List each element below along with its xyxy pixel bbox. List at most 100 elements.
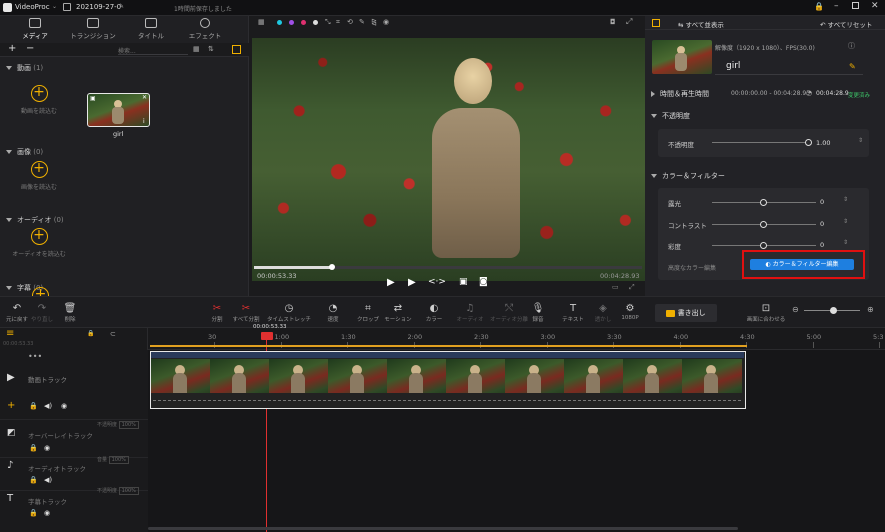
- brush-icon[interactable]: ✎: [359, 18, 365, 26]
- record-button[interactable]: 🎙 録音: [521, 302, 555, 323]
- transform-icon[interactable]: ⤡: [325, 18, 331, 27]
- eye-icon[interactable]: ◉: [44, 444, 50, 452]
- saturation-value[interactable]: 0: [820, 241, 824, 249]
- opacity-slider[interactable]: [712, 139, 812, 146]
- snap-icon[interactable]: ⊂: [110, 330, 116, 338]
- saturation-knob[interactable]: [760, 242, 767, 249]
- sort-icon[interactable]: ⇅: [208, 45, 214, 53]
- lock-icon[interactable]: 🔒: [29, 444, 38, 452]
- zoom-slider[interactable]: [804, 307, 860, 314]
- color-dot-white-icon[interactable]: [313, 20, 318, 25]
- stepper-icon[interactable]: ⇕: [858, 137, 863, 144]
- rotate-icon[interactable]: ⟲: [347, 18, 353, 26]
- eye-icon[interactable]: ◉: [44, 509, 50, 517]
- color-dot-pink-icon[interactable]: [301, 20, 306, 25]
- stepper-icon[interactable]: ⇕: [843, 218, 848, 225]
- contrast-value[interactable]: 0: [820, 220, 824, 228]
- volume-icon[interactable]: ◀): [44, 402, 52, 410]
- close-icon[interactable]: ✕: [871, 1, 879, 11]
- section-opacity[interactable]: 不透明度: [651, 109, 879, 123]
- play-icon[interactable]: ▶: [387, 277, 395, 288]
- timeline-scrollbar[interactable]: [148, 527, 738, 530]
- zoom-out-icon[interactable]: ⊖: [792, 305, 799, 314]
- opacity-knob[interactable]: [805, 139, 812, 146]
- search-input[interactable]: 検索...: [118, 46, 188, 55]
- collapse-panel-icon[interactable]: [232, 45, 241, 54]
- tab-effect[interactable]: エフェクト: [176, 18, 234, 42]
- project-name[interactable]: 202109-27-0: [76, 3, 121, 11]
- tab-media[interactable]: メディア: [6, 18, 64, 45]
- panel-toggle-icon[interactable]: [652, 19, 660, 27]
- video-clip[interactable]: [150, 351, 746, 409]
- work-area-bar[interactable]: [150, 345, 747, 347]
- fullscreen-icon[interactable]: ⤢: [626, 17, 632, 27]
- zoom-knob[interactable]: [830, 307, 837, 314]
- maximize-icon[interactable]: [852, 2, 859, 9]
- edit-icon[interactable]: ✎: [119, 3, 124, 10]
- exposure-knob[interactable]: [760, 199, 767, 206]
- preview-progress-bar[interactable]: [254, 264, 642, 270]
- preview-scrubber[interactable]: [328, 264, 335, 270]
- exposure-value[interactable]: 0: [820, 198, 824, 206]
- info-icon[interactable]: ⓘ: [848, 41, 855, 51]
- add-media-button[interactable]: +: [8, 43, 16, 54]
- text-button[interactable]: T テキスト: [556, 302, 590, 323]
- delete-button[interactable]: 🗑 削除: [53, 302, 87, 323]
- more-icon[interactable]: •••: [28, 352, 42, 361]
- remove-media-button[interactable]: −: [26, 43, 34, 54]
- app-menu[interactable]: VideoProc: [15, 3, 50, 11]
- lock-icon[interactable]: 🔒: [814, 2, 824, 11]
- crop-button[interactable]: ⌗ クロップ: [351, 302, 385, 323]
- clip-thumbnail[interactable]: ▣ ✕ i: [87, 93, 150, 127]
- saturation-slider[interactable]: [712, 242, 816, 249]
- volume-icon[interactable]: ◙: [479, 277, 488, 287]
- rename-icon[interactable]: ✎: [849, 62, 856, 71]
- lock-icon[interactable]: 🔒: [29, 509, 38, 517]
- mark-in-out-icon[interactable]: <·>: [428, 277, 446, 287]
- split-all-button[interactable]: ✂ すべて分割: [229, 302, 263, 323]
- resolution-button[interactable]: ⚙ 1080P: [613, 302, 647, 321]
- contrast-knob[interactable]: [760, 221, 767, 228]
- lock-all-icon[interactable]: 🔒: [87, 330, 94, 337]
- snapshot-icon[interactable]: ◘: [610, 18, 616, 26]
- exposure-slider[interactable]: [712, 199, 816, 206]
- aspect-ratio-icon[interactable]: ▭: [612, 283, 619, 291]
- lock-icon[interactable]: 🔒: [29, 402, 38, 410]
- snapshot-frame-icon[interactable]: ▣: [459, 277, 468, 287]
- stepper-icon[interactable]: ⇕: [843, 196, 848, 203]
- import-subtitle-button[interactable]: +: [32, 287, 49, 296]
- color-button[interactable]: ◐ カラー: [417, 302, 451, 323]
- crop-tool-icon[interactable]: ⌗: [336, 18, 340, 27]
- tab-transition[interactable]: トランジション: [64, 18, 122, 42]
- grid-view-icon[interactable]: ▦: [193, 45, 200, 53]
- remove-clip-icon[interactable]: ✕: [142, 94, 147, 101]
- audio-button[interactable]: ♫ オーディオ: [453, 302, 487, 323]
- time-stretch-button[interactable]: ◷ タイムストレッチ: [266, 302, 312, 323]
- color-dot-purple-icon[interactable]: [289, 20, 294, 25]
- grid-icon[interactable]: ▦: [258, 18, 265, 26]
- reset-all-button[interactable]: ↶ すべてリセット: [820, 19, 872, 29]
- zoom-in-icon[interactable]: ⊕: [867, 305, 874, 314]
- import-video-button[interactable]: + 動画を読込む: [8, 79, 70, 125]
- mirror-icon[interactable]: ⧎: [371, 18, 377, 26]
- add-clip-icon[interactable]: +: [7, 400, 15, 411]
- fit-to-screen-button[interactable]: ⊡ 画面に合わせる: [745, 302, 787, 323]
- tab-title[interactable]: タイトル: [122, 18, 180, 42]
- section-video[interactable]: 動画 (1): [6, 63, 43, 73]
- motion-button[interactable]: ⇄ モーション: [381, 302, 415, 323]
- show-all-button[interactable]: ⇆ すべて並表示: [678, 19, 724, 29]
- stepper-icon[interactable]: ⇕: [843, 239, 848, 246]
- video-frame[interactable]: [252, 38, 645, 281]
- color-filter-edit-button[interactable]: ◐ カラー＆フィルター編集: [750, 259, 854, 270]
- expand-icon[interactable]: ⤢: [629, 283, 635, 292]
- contrast-slider[interactable]: [712, 221, 816, 228]
- volume-icon[interactable]: ◀): [44, 476, 52, 484]
- speed-button[interactable]: ◔ 速度: [316, 302, 350, 323]
- import-image-button[interactable]: + 画像を読込む: [8, 155, 70, 201]
- color-dot-cyan-icon[interactable]: [277, 20, 282, 25]
- opacity-value[interactable]: 1.00: [816, 139, 830, 147]
- chevron-down-icon[interactable]: ⌄: [52, 3, 57, 10]
- playhead-handle[interactable]: [261, 332, 273, 340]
- section-color-filter[interactable]: カラー＆フィルター: [651, 169, 879, 183]
- add-track-icon[interactable]: ≡: [6, 328, 14, 339]
